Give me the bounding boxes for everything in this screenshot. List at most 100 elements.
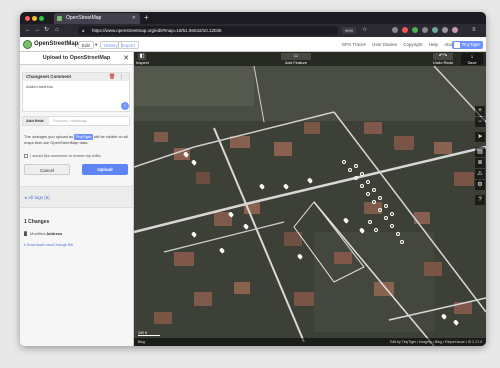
- extension-icon[interactable]: [402, 27, 408, 33]
- address-vertex-icon[interactable]: [342, 160, 346, 164]
- trash-icon[interactable]: 🗑︎: [109, 74, 115, 80]
- download-osmchange-link[interactable]: ⭳ Download osmChange file: [24, 242, 73, 249]
- changeset-comment-input[interactable]: Added address: [26, 84, 53, 89]
- download-label: Download osmChange file: [26, 242, 74, 247]
- map-footer-info[interactable]: Edit by TinyTiger • Imagery • Bing • Rep…: [390, 338, 482, 346]
- help-icon[interactable]: ?: [475, 195, 485, 205]
- reload-icon[interactable]: ↻: [44, 26, 49, 35]
- nav-link-gps-traces[interactable]: GPS Traces: [342, 42, 366, 47]
- address-vertex-icon[interactable]: [384, 216, 388, 220]
- info-icon[interactable]: ⋮: [119, 74, 124, 80]
- address-vertex-icon[interactable]: [366, 192, 370, 196]
- zoom-out-icon[interactable]: −: [475, 117, 485, 127]
- changeset-comment-field: Changeset Comment 🗑︎ ⋮ Added address 7: [22, 72, 130, 112]
- add-field-label: Add field:: [23, 117, 49, 125]
- changeset-comment-label-text: Changeset Comment: [26, 74, 72, 79]
- map-data-icon[interactable]: ≣: [475, 158, 485, 168]
- nav-link-copyright[interactable]: Copyright: [403, 42, 422, 47]
- address-vertex-icon[interactable]: [396, 232, 400, 236]
- address-vertex-icon[interactable]: [378, 208, 382, 212]
- menu-icon[interactable]: ≡: [472, 26, 476, 35]
- save-button[interactable]: 1 Save: [461, 53, 483, 65]
- address-vertex-icon[interactable]: [390, 212, 394, 216]
- change-item[interactable]: Modified Address: [24, 229, 132, 239]
- address-vertex-icon[interactable]: [360, 172, 364, 176]
- address-vertex-icon[interactable]: [360, 184, 364, 188]
- maximize-window-icon[interactable]: [39, 16, 44, 21]
- tab-bar: OpenStreetMap ✕ +: [20, 12, 486, 24]
- address-bar[interactable]: 🔒︎ https://www.openstreetmap.org/edit#ma…: [78, 26, 338, 35]
- osm-logo-icon[interactable]: [23, 40, 32, 49]
- change-item-type: Address: [46, 231, 63, 236]
- changes-section: 1 Changes Modified Address ⭳ Download os…: [20, 208, 133, 346]
- osm-favicon-icon: [57, 16, 62, 21]
- undo-redo-buttons[interactable]: ↶↷ Undo Redo: [430, 52, 456, 66]
- extension-icon[interactable]: [452, 27, 458, 33]
- url-text: https://www.openstreetmap.org/edit#map=1…: [92, 28, 222, 33]
- extension-icon[interactable]: [442, 27, 448, 33]
- osm-header: OpenStreetMap Edit ▾ History Export GPS …: [20, 37, 486, 52]
- cancel-button[interactable]: Cancel: [24, 164, 70, 175]
- extension-icon[interactable]: [392, 27, 398, 33]
- nav-link-user-diaries[interactable]: User Diaries: [372, 42, 397, 47]
- add-field-input[interactable]: Sources, Hashtags: [53, 117, 87, 125]
- bookmark-star-icon[interactable]: ☆: [362, 26, 367, 35]
- address-vertex-icon[interactable]: [348, 168, 352, 172]
- address-vertex-icon[interactable]: [354, 164, 358, 168]
- inspect-button[interactable]: ◧ Inspect: [136, 52, 149, 66]
- new-tab-icon[interactable]: +: [144, 12, 149, 24]
- minimize-window-icon[interactable]: [32, 16, 37, 21]
- home-icon[interactable]: ⌂: [55, 26, 59, 35]
- lock-icon: 🔒︎: [82, 28, 85, 33]
- changeset-comment-label: Changeset Comment 🗑︎ ⋮: [23, 73, 129, 81]
- all-tags-toggle[interactable]: ▸ All tags (6): [20, 186, 133, 208]
- locate-icon[interactable]: ➤: [475, 132, 485, 142]
- tab-close-icon[interactable]: ✕: [132, 13, 136, 24]
- zoom-in-icon[interactable]: +: [475, 106, 485, 116]
- add-field-row[interactable]: Add field: Sources, Hashtags: [22, 116, 130, 126]
- address-vertex-icon[interactable]: [368, 220, 372, 224]
- review-checkbox-row[interactable]: I would like someone to review my edits.: [24, 153, 102, 159]
- address-vertex-icon[interactable]: [372, 188, 376, 192]
- imagery-attribution[interactable]: Bing: [138, 340, 145, 344]
- review-checkbox[interactable]: [24, 154, 28, 158]
- address-vertex-icon[interactable]: [378, 196, 382, 200]
- upload-button[interactable]: Upload: [82, 164, 128, 175]
- map-canvas[interactable]: ◧ Inspect ▭ Add Feature ↶↷ Undo Redo 1 S…: [134, 52, 486, 346]
- satellite-imagery: [134, 52, 486, 346]
- address-vertex-icon[interactable]: [374, 228, 378, 232]
- sidebar-header: Upload to OpenStreetMap ✕: [20, 52, 133, 65]
- nav-link-help[interactable]: Help: [429, 42, 438, 47]
- export-button[interactable]: Export: [118, 41, 140, 49]
- add-feature-button[interactable]: ▭ Add Feature: [266, 52, 326, 66]
- forward-icon[interactable]: →: [34, 26, 40, 35]
- layers-icon[interactable]: ▤: [475, 147, 485, 157]
- sidebar-toggle-icon: ◧: [138, 53, 146, 60]
- extension-icon[interactable]: [422, 27, 428, 33]
- undo-icon: ↶↷: [433, 53, 453, 60]
- avatar: [453, 42, 460, 48]
- preferences-icon[interactable]: ⚙: [475, 180, 485, 190]
- extension-icon[interactable]: [432, 27, 438, 33]
- address-vertex-icon[interactable]: [384, 204, 388, 208]
- address-vertex-icon[interactable]: [354, 176, 358, 180]
- zoom-level[interactable]: 90%: [342, 27, 357, 34]
- change-item-name: Modified: [30, 231, 46, 236]
- undo-redo-label: Undo Redo: [432, 60, 454, 65]
- close-window-icon[interactable]: [25, 16, 30, 21]
- close-icon[interactable]: ✕: [123, 52, 129, 65]
- save-count: 1: [470, 54, 474, 59]
- address-vertex-icon[interactable]: [372, 200, 376, 204]
- issues-icon[interactable]: ⚠: [475, 169, 485, 179]
- tab-title: OpenStreetMap: [66, 15, 102, 21]
- back-icon[interactable]: ←: [25, 26, 31, 35]
- map-top-bar: ◧ Inspect ▭ Add Feature ↶↷ Undo Redo 1 S…: [134, 52, 486, 66]
- extension-icon[interactable]: [412, 27, 418, 33]
- address-vertex-icon[interactable]: [366, 180, 370, 184]
- address-vertex-icon[interactable]: [400, 240, 404, 244]
- browser-tab[interactable]: OpenStreetMap ✕: [54, 13, 140, 24]
- all-tags-label: All tags (6): [28, 195, 50, 200]
- osm-brand[interactable]: OpenStreetMap: [34, 37, 78, 52]
- user-menu-button[interactable]: TinyTiger: [451, 41, 483, 49]
- address-vertex-icon[interactable]: [390, 224, 394, 228]
